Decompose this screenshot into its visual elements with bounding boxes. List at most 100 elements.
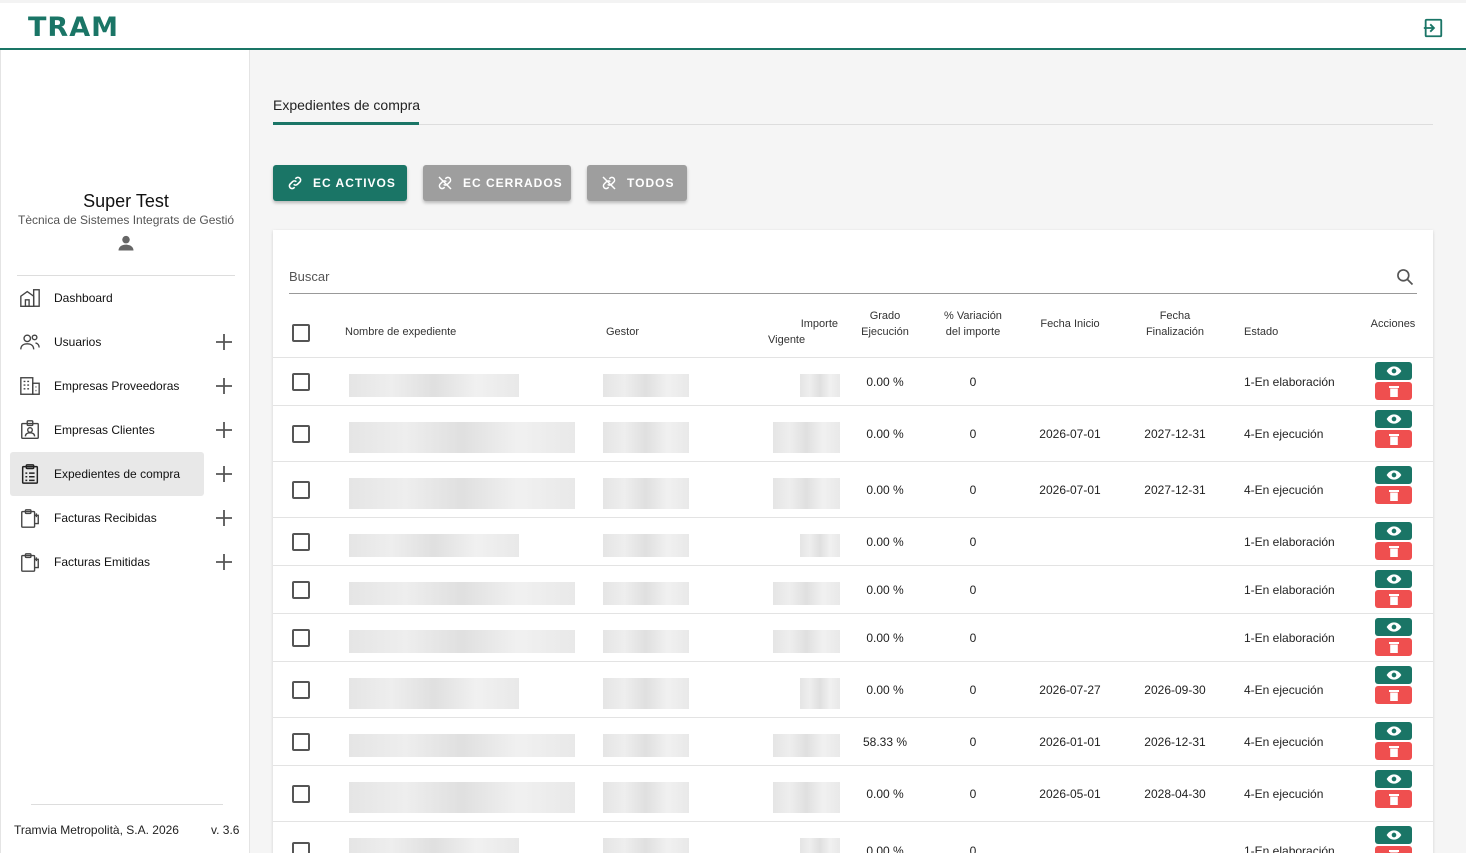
sidebar-item-expedientes-de-compra[interactable]: Expedientes de compra (10, 452, 232, 496)
sidebar-item-facturas-emitidas[interactable]: Facturas Emitidas (10, 540, 242, 584)
eye-icon (1386, 470, 1401, 480)
sidebar-item-label: Empresas Clientes (54, 423, 155, 437)
sidebar-item-facturas-recibidas[interactable]: Facturas Recibidas (10, 496, 242, 540)
header-importe-line2: Vigente (768, 334, 806, 346)
delete-button[interactable] (1375, 742, 1412, 760)
redacted-nombre (349, 630, 575, 653)
row-divider (273, 461, 1433, 462)
view-button[interactable] (1375, 570, 1412, 588)
header-fecha-inicio[interactable]: Fecha Inicio (1030, 316, 1110, 332)
filter-ec-activos-button[interactable]: EC ACTIVOS (273, 165, 407, 201)
app-version: v. 3.6 (211, 823, 240, 837)
header-nombre-expediente[interactable]: Nombre de expediente (345, 324, 456, 340)
main-content: Expedientes de compra EC ACTIVOS EC CERR… (250, 50, 1466, 853)
delete-button[interactable] (1375, 590, 1412, 608)
add-empresa-proveedora-icon[interactable] (215, 377, 233, 395)
view-button[interactable] (1375, 410, 1412, 428)
eye-icon (1386, 366, 1401, 376)
trash-icon (1388, 546, 1399, 557)
header-acciones: Acciones (1370, 318, 1416, 330)
add-factura-recibida-icon[interactable] (215, 509, 233, 527)
row-divider (273, 565, 1433, 566)
view-button[interactable] (1375, 618, 1412, 636)
sidebar-footer-divider (31, 804, 223, 805)
row-checkbox[interactable] (292, 784, 310, 803)
cell-grado-ejecucion: 0.00 % (866, 482, 904, 497)
search-icon[interactable] (1395, 267, 1415, 287)
sidebar-item-empresas-proveedoras[interactable]: Empresas Proveedoras (10, 364, 242, 408)
row-divider (273, 405, 1433, 406)
eye-icon (1386, 774, 1401, 784)
cell-grado-ejecucion: 0.00 % (866, 844, 904, 853)
view-button[interactable] (1375, 362, 1412, 380)
row-checkbox[interactable] (292, 732, 310, 751)
redacted-importe (773, 582, 840, 605)
sidebar-item-empresas-clientes[interactable]: Empresas Clientes (10, 408, 242, 452)
cell-variacion: 0 (969, 682, 977, 697)
view-button[interactable] (1375, 466, 1412, 484)
view-button[interactable] (1375, 826, 1412, 844)
header-fecha-fin-line1: Fecha (1159, 310, 1191, 322)
link-icon (288, 176, 302, 190)
filter-todos-button[interactable]: TODOS (587, 165, 687, 201)
redacted-nombre (349, 422, 575, 453)
view-button[interactable] (1375, 722, 1412, 740)
row-checkbox[interactable] (292, 680, 310, 699)
header-gestor[interactable]: Gestor (606, 324, 639, 340)
header-estado[interactable]: Estado (1244, 324, 1278, 340)
row-checkbox[interactable] (292, 532, 310, 551)
delete-button[interactable] (1375, 686, 1412, 704)
view-button[interactable] (1375, 666, 1412, 684)
delete-button[interactable] (1375, 382, 1412, 400)
sidebar-item-usuarios[interactable]: Usuarios (10, 320, 242, 364)
row-divider (273, 717, 1433, 718)
delete-button[interactable] (1375, 638, 1412, 656)
cell-variacion: 0 (969, 482, 977, 497)
row-checkbox[interactable] (292, 580, 310, 599)
row-checkbox[interactable] (292, 842, 310, 853)
delete-button[interactable] (1375, 430, 1412, 448)
add-expediente-icon[interactable] (215, 465, 233, 483)
add-usuario-icon[interactable] (215, 333, 233, 351)
header-grado-line2: Ejecución (861, 326, 909, 338)
logout-icon[interactable] (1422, 17, 1444, 39)
redacted-nombre (349, 534, 519, 557)
cell-estado: 4-En ejecución (1244, 786, 1324, 801)
sidebar-item-label: Empresas Proveedoras (54, 379, 180, 393)
tab-expedientes-de-compra[interactable]: Expedientes de compra (273, 97, 420, 113)
row-checkbox[interactable] (292, 480, 310, 499)
sidebar-item-dashboard[interactable]: Dashboard (10, 276, 242, 320)
eye-icon (1386, 526, 1401, 536)
header-variacion-importe[interactable]: % Variación del importe (933, 308, 1013, 340)
view-button[interactable] (1375, 770, 1412, 788)
filter-ec-cerrados-button[interactable]: EC CERRADOS (423, 165, 571, 201)
header-fecha-finalizacion[interactable]: Fecha Finalización (1135, 308, 1215, 340)
view-button[interactable] (1375, 522, 1412, 540)
header-grado-ejecucion[interactable]: Grado Ejecución (850, 308, 920, 340)
row-checkbox[interactable] (292, 424, 310, 443)
cell-variacion: 0 (969, 426, 977, 441)
header-variacion-line2: del importe (945, 326, 1001, 338)
delete-button[interactable] (1375, 542, 1412, 560)
delete-button[interactable] (1375, 846, 1412, 853)
office-icon (20, 377, 40, 395)
cell-grado-ejecucion: 58.33 % (862, 734, 908, 749)
tram-logo[interactable]: TRAM (28, 12, 119, 43)
sidebar-item-label: Expedientes de compra (54, 467, 181, 481)
header-importe-vigente[interactable]: Importe Vigente (768, 316, 838, 348)
search-input[interactable]: Buscar (289, 269, 329, 284)
add-empresa-cliente-icon[interactable] (215, 421, 233, 439)
select-all-checkbox[interactable] (292, 324, 310, 342)
sidebar-item-label: Facturas Recibidas (54, 511, 157, 525)
filter-ec-cerrados-label: EC CERRADOS (463, 176, 563, 190)
delete-button[interactable] (1375, 486, 1412, 504)
badge-icon (21, 420, 39, 439)
sidebar-item-label: Dashboard (54, 291, 113, 305)
add-factura-emitida-icon[interactable] (215, 553, 233, 571)
clipboard-copy-icon (21, 509, 39, 528)
redacted-nombre (349, 782, 575, 813)
row-checkbox[interactable] (292, 372, 310, 391)
delete-button[interactable] (1375, 790, 1412, 808)
row-checkbox[interactable] (292, 628, 310, 647)
user-name: Super Test (83, 191, 169, 211)
